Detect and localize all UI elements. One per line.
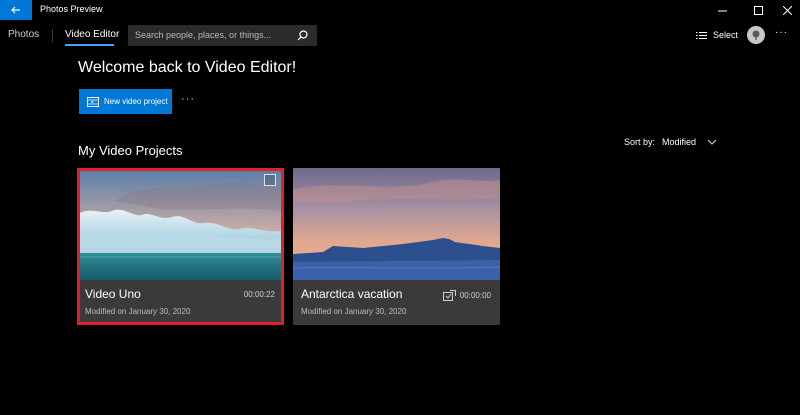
nav-divider bbox=[52, 29, 53, 42]
minimize-icon bbox=[717, 10, 727, 11]
back-arrow-icon bbox=[11, 6, 20, 14]
tree-avatar-icon bbox=[752, 30, 760, 40]
page-title: Welcome back to Video Editor! bbox=[78, 59, 297, 76]
select-checkbox[interactable] bbox=[264, 174, 276, 186]
select-label: Select bbox=[713, 30, 739, 40]
project-thumbnail bbox=[293, 168, 500, 280]
app-title: Photos Preview bbox=[40, 4, 103, 14]
project-title: Video Uno bbox=[85, 287, 141, 301]
cloud-sync-icon bbox=[442, 290, 456, 301]
close-button[interactable] bbox=[774, 0, 800, 20]
sort-value: Modified bbox=[662, 137, 697, 147]
minimize-button[interactable] bbox=[709, 0, 735, 20]
tab-photos[interactable]: Photos bbox=[8, 29, 39, 40]
more-options-button[interactable]: ··· bbox=[775, 27, 788, 38]
nav-bar: Photos Video Editor Select ··· bbox=[0, 20, 800, 50]
sort-label: Sort by: bbox=[624, 137, 656, 147]
title-bar: Photos Preview bbox=[0, 0, 800, 20]
project-duration: 00:00:00 bbox=[459, 291, 491, 300]
new-video-project-button[interactable]: New video project bbox=[79, 89, 172, 114]
new-video-icon bbox=[87, 96, 99, 107]
search-icon[interactable] bbox=[297, 30, 308, 41]
close-icon bbox=[782, 5, 792, 15]
select-list-icon bbox=[696, 31, 707, 39]
chevron-down-icon bbox=[707, 139, 717, 145]
project-card-video-uno[interactable]: Video Uno 00:00:22 Modified on January 3… bbox=[77, 168, 284, 325]
new-video-project-label: New video project bbox=[104, 97, 168, 106]
maximize-button[interactable] bbox=[745, 0, 771, 20]
search-box bbox=[128, 25, 317, 46]
project-modified-date: Modified on January 30, 2020 bbox=[301, 307, 407, 316]
avatar[interactable] bbox=[747, 26, 765, 44]
project-thumbnail bbox=[80, 171, 281, 280]
project-card-antarctica-vacation[interactable]: Antarctica vacation 00:00:00 Modified on… bbox=[293, 168, 500, 325]
active-tab-indicator bbox=[65, 44, 114, 46]
project-title: Antarctica vacation bbox=[301, 287, 403, 301]
project-duration-group: 00:00:00 bbox=[442, 290, 491, 301]
section-title: My Video Projects bbox=[78, 143, 183, 158]
back-button[interactable] bbox=[0, 0, 32, 20]
more-actions-button[interactable]: ··· bbox=[181, 93, 195, 105]
maximize-icon bbox=[753, 5, 763, 15]
search-input[interactable] bbox=[135, 30, 295, 40]
sort-dropdown[interactable]: Sort by: Modified bbox=[624, 137, 717, 147]
tab-video-editor[interactable]: Video Editor bbox=[65, 29, 119, 40]
project-modified-date: Modified on January 30, 2020 bbox=[85, 307, 191, 316]
select-button[interactable]: Select bbox=[696, 28, 738, 42]
project-duration: 00:00:22 bbox=[243, 290, 275, 299]
